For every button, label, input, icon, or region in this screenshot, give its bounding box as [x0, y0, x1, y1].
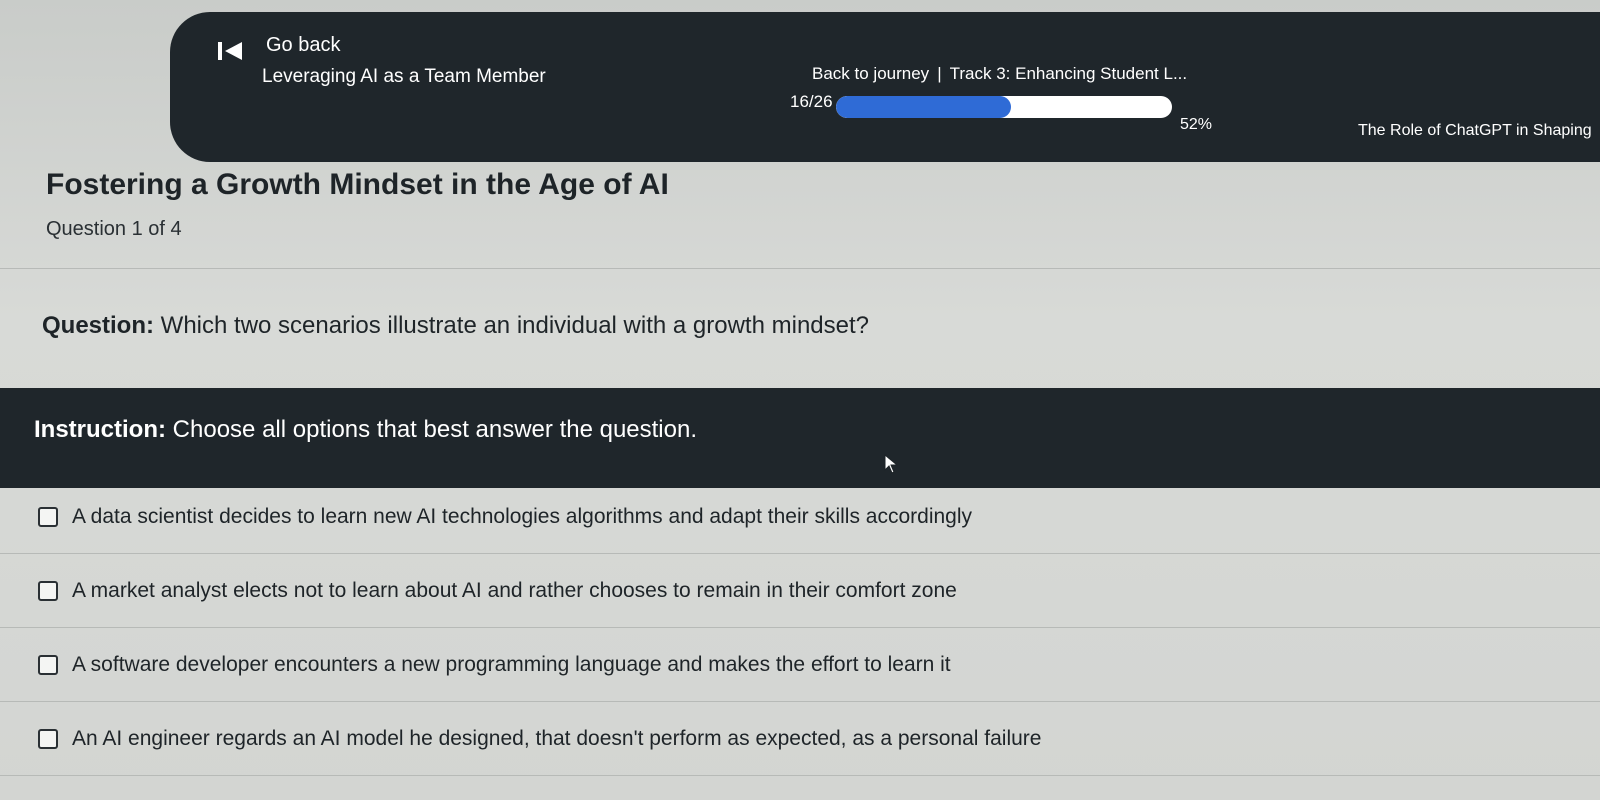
option-label[interactable]: A software developer encounters a new pr… [72, 653, 951, 677]
question-label: Question: [42, 312, 154, 339]
question-progress: Question 1 of 4 [46, 218, 182, 240]
breadcrumb-separator: | [937, 64, 942, 83]
answer-option[interactable]: An AI engineer regards an AI model he de… [0, 702, 1600, 776]
page-title: Fostering a Growth Mindset in the Age of… [46, 168, 669, 201]
course-title: Leveraging AI as a Team Member [262, 66, 546, 87]
option-label[interactable]: A market analyst elects not to learn abo… [72, 579, 957, 603]
answer-options: A data scientist decides to learn new AI… [0, 480, 1600, 776]
next-lesson-link[interactable]: The Role of ChatGPT in Shaping [1358, 122, 1592, 140]
option-label[interactable]: A data scientist decides to learn new AI… [72, 505, 972, 529]
progress-bar-fill [836, 96, 1011, 118]
answer-option[interactable]: A data scientist decides to learn new AI… [0, 480, 1600, 554]
instruction-label: Instruction: [34, 416, 166, 443]
question-text: Question: Which two scenarios illustrate… [42, 312, 869, 340]
checkbox-icon[interactable] [38, 728, 58, 749]
track-title[interactable]: Track 3: Enhancing Student L... [950, 64, 1188, 83]
checkbox-icon[interactable] [38, 654, 58, 675]
mouse-pointer-icon [884, 454, 899, 474]
quiz-page: Go back Leveraging AI as a Team Member B… [0, 0, 1600, 800]
go-back-link[interactable]: Go back [266, 34, 340, 57]
checkbox-icon[interactable] [38, 506, 58, 527]
option-label[interactable]: An AI engineer regards an AI model he de… [72, 727, 1041, 751]
lesson-header: Go back Leveraging AI as a Team Member B… [170, 12, 1600, 162]
breadcrumb: Back to journey | Track 3: Enhancing Stude… [812, 64, 1187, 84]
back-to-journey-link[interactable]: Back to journey [812, 64, 929, 83]
answer-option[interactable]: A market analyst elects not to learn abo… [0, 554, 1600, 628]
progress-bar [836, 96, 1172, 118]
question-body: Which two scenarios illustrate an indivi… [160, 312, 869, 339]
answer-option[interactable]: A software developer encounters a new pr… [0, 628, 1600, 702]
instruction-text: Instruction: Choose all options that bes… [34, 416, 697, 444]
instruction-body: Choose all options that best answer the … [172, 416, 698, 443]
lesson-count: 16/26 [790, 92, 833, 111]
progress-percent: 52% [1180, 116, 1213, 133]
divider [0, 268, 1600, 269]
instruction-bar: Instruction: Choose all options that bes… [0, 388, 1600, 488]
skip-back-icon[interactable] [216, 40, 244, 62]
checkbox-icon[interactable] [38, 580, 58, 601]
